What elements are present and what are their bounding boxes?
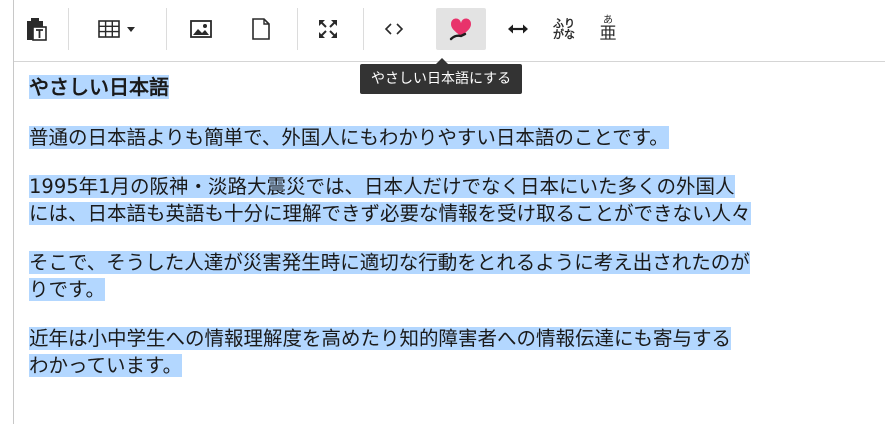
page-button[interactable] bbox=[244, 8, 278, 50]
chevron-down-icon bbox=[127, 27, 135, 32]
table-icon bbox=[98, 20, 120, 38]
toolbar-separator bbox=[363, 8, 364, 50]
table-button[interactable] bbox=[82, 8, 152, 50]
furigana-icon: ふり がな bbox=[553, 18, 575, 40]
image-icon bbox=[190, 20, 212, 38]
furigana-icon-bottom: がな bbox=[553, 28, 575, 41]
ruby-icon: あ 亜 bbox=[600, 15, 617, 43]
paragraph-3-line-1: そこで、そうした人達が災害発生時に適切な行動をとれるように考え出されたのが bbox=[29, 249, 885, 276]
heart-hand-icon bbox=[449, 18, 472, 41]
arrows-horizontal-icon bbox=[508, 24, 528, 34]
fullscreen-icon bbox=[319, 20, 337, 38]
toolbar-separator bbox=[166, 8, 167, 50]
width-button[interactable] bbox=[498, 8, 538, 50]
heading-text: やさしい日本語 bbox=[29, 75, 169, 99]
paragraph-2-line-1: 1995年1月の阪神・淡路大震災では、日本人だけでなく日本にいた多くの外国人 bbox=[29, 173, 885, 200]
page-icon bbox=[252, 18, 270, 40]
paragraph-3-line-2: りです。 bbox=[29, 276, 885, 303]
paragraph-1: 普通の日本語よりも簡単で、外国人にもわかりやすい日本語のことです。 bbox=[29, 124, 885, 151]
easy-japanese-tooltip: やさしい日本語にする bbox=[360, 58, 523, 94]
image-button[interactable] bbox=[184, 8, 218, 50]
code-icon bbox=[384, 23, 404, 35]
paragraph-4-line-1-text: 近年は小中学生への情報理解度を高めたり知的障害者への情報伝達にも寄与する bbox=[29, 327, 732, 350]
paragraph-3-line-1-text: そこで、そうした人達が災害発生時に適切な行動をとれるように考え出されたのが bbox=[29, 251, 750, 274]
clipboard-text-icon bbox=[27, 18, 47, 41]
paragraph-2-line-2-text: には、日本語も英語も十分に理解できず必要な情報を受け取ることができない人々 bbox=[29, 202, 751, 225]
paragraph-4-line-2-text: わかっています。 bbox=[29, 354, 183, 377]
source-button[interactable] bbox=[377, 8, 411, 50]
paragraph-2-line-2: には、日本語も英語も十分に理解できず必要な情報を受け取ることができない人々 bbox=[29, 200, 885, 227]
toolbar-separator bbox=[68, 8, 69, 50]
easy-japanese-button[interactable] bbox=[436, 8, 486, 50]
toolbar-separator bbox=[297, 8, 298, 50]
ruby-button[interactable]: あ 亜 bbox=[588, 8, 628, 50]
paragraph-1-text: 普通の日本語よりも簡単で、外国人にもわかりやすい日本語のことです。 bbox=[29, 126, 669, 149]
ruby-icon-bottom: 亜 bbox=[599, 24, 617, 44]
editor-toolbar: ふり がな あ 亜 bbox=[14, 0, 885, 62]
fullscreen-button[interactable] bbox=[311, 8, 345, 50]
paragraph-4-line-2: わかっています。 bbox=[29, 352, 885, 379]
paragraph-4-line-1: 近年は小中学生への情報理解度を高めたり知的障害者への情報伝達にも寄与する bbox=[29, 325, 885, 352]
editor-frame: ふり がな あ 亜 やさしい日本語 普通の日本語よりも簡単で、外国人にもわかりや… bbox=[13, 0, 885, 424]
paste-text-button[interactable] bbox=[20, 8, 54, 50]
editor-content[interactable]: やさしい日本語 普通の日本語よりも簡単で、外国人にもわかりやすい日本語のことです… bbox=[29, 70, 885, 379]
paragraph-3-line-2-text: りです。 bbox=[29, 278, 106, 301]
paragraph-2-line-1-text: 1995年1月の阪神・淡路大震災では、日本人だけでなく日本にいた多くの外国人 bbox=[29, 175, 735, 198]
furigana-button[interactable]: ふり がな bbox=[544, 8, 584, 50]
